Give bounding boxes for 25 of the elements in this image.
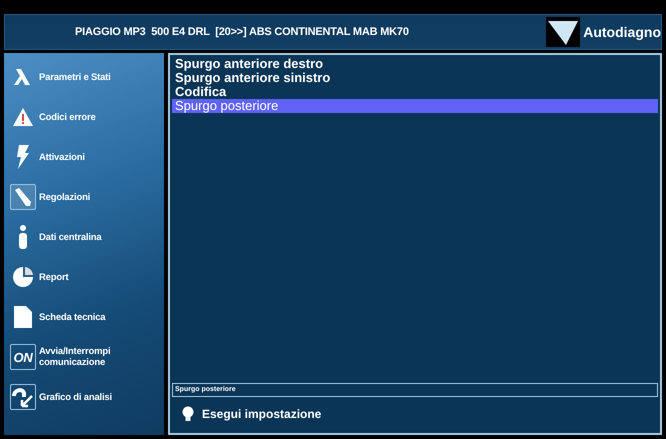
lambda-icon xyxy=(13,67,33,87)
sidebar-item[interactable]: Dati centralina xyxy=(4,217,164,257)
bolt-icon xyxy=(16,145,30,169)
window-title: PIAGGIO MP3 500 E4 DRL [20>>] ABS CONTINENTAL MAB MK70 xyxy=(75,26,410,38)
pie-chart-icon xyxy=(12,267,34,287)
list-item[interactable]: Spurgo posteriore xyxy=(172,99,658,113)
list-item[interactable]: Spurgo anteriore destro xyxy=(172,57,658,71)
sidebar-item[interactable]: Scheda tecnica xyxy=(4,297,164,337)
on-icon: ON xyxy=(13,350,33,364)
sidebar-item[interactable]: Parametri e Stati xyxy=(4,57,164,97)
sidebar-item[interactable]: Codici errore xyxy=(4,97,164,137)
warning-icon xyxy=(12,107,34,127)
lightbulb-icon xyxy=(182,406,194,422)
brand-label: Autodiagno xyxy=(583,24,661,40)
list-item[interactable]: Codifica xyxy=(172,85,658,99)
list-item[interactable]: Spurgo anteriore sinistro xyxy=(172,71,658,85)
info-icon xyxy=(18,225,28,249)
curved-arrow-icon xyxy=(12,386,34,408)
sidebar-item[interactable]: Attivazioni xyxy=(4,137,164,177)
document-icon xyxy=(14,306,32,328)
sidebar-item[interactable]: Regolazioni xyxy=(4,177,164,217)
run-setting-button[interactable]: Esegui impostazione xyxy=(172,397,658,431)
triangle-logo-icon xyxy=(546,17,580,47)
sidebar-item[interactable]: Report xyxy=(4,257,164,297)
sidebar-item[interactable]: Grafico di analisi xyxy=(4,377,164,417)
